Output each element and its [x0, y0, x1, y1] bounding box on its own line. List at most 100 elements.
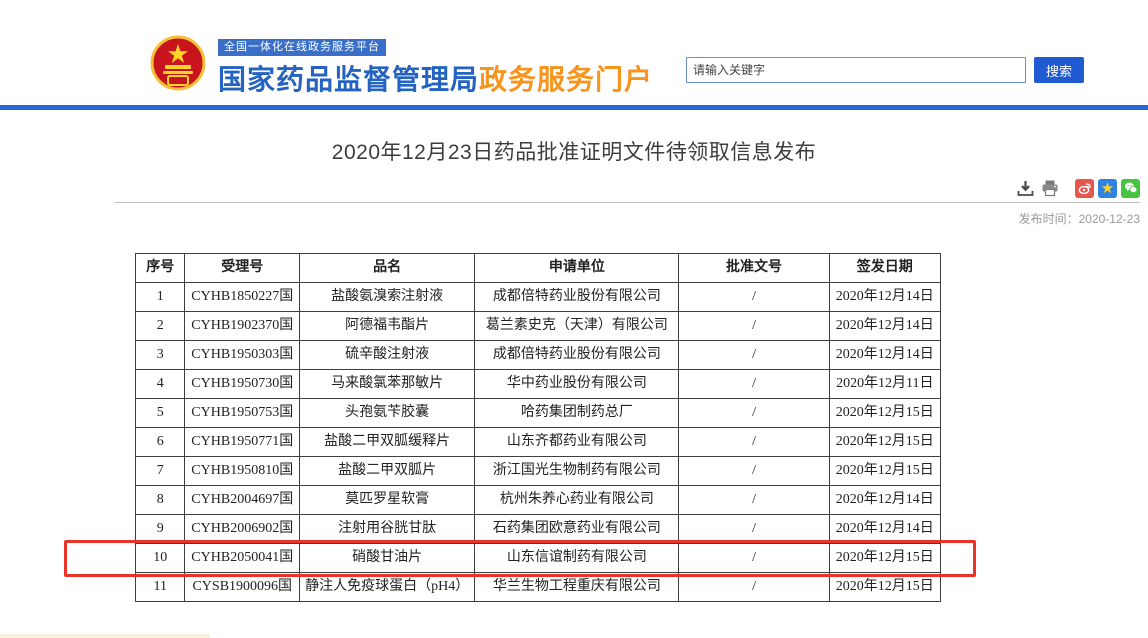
- bottom-edge-artifact: [0, 634, 210, 638]
- site-title: 国家药品监督管理局政务服务门户: [218, 58, 653, 98]
- cell-issue-date: 2020年12月15日: [829, 544, 940, 573]
- cell-acceptance-no: CYHB1950753国: [185, 399, 300, 428]
- col-header-acceptance-no: 受理号: [185, 254, 300, 283]
- cell-applicant: 浙江国光生物制药有限公司: [475, 457, 679, 486]
- table-row: 1 CYHB1850227国 盐酸氨溴索注射液 成都倍特药业股份有限公司 / 2…: [136, 283, 941, 312]
- col-header-approval-no: 批准文号: [679, 254, 829, 283]
- table-row: 8 CYHB2004697国 莫匹罗星软膏 杭州朱养心药业有限公司 / 2020…: [136, 486, 941, 515]
- cell-acceptance-no: CYHB1902370国: [185, 312, 300, 341]
- platform-badge: 全国一体化在线政务服务平台: [218, 39, 386, 56]
- cell-approval-no: /: [679, 370, 829, 399]
- cell-seq: 10: [136, 544, 185, 573]
- cell-applicant: 石药集团欧意药业有限公司: [475, 515, 679, 544]
- cell-issue-date: 2020年12月14日: [829, 341, 940, 370]
- cell-applicant: 山东齐都药业有限公司: [475, 428, 679, 457]
- national-emblem-logo[interactable]: [147, 35, 209, 93]
- share-icons: ★: [1075, 179, 1140, 198]
- site-suffix: 政务服务门户: [479, 64, 653, 95]
- table-row: 4 CYHB1950730国 马来酸氯苯那敏片 华中药业股份有限公司 / 202…: [136, 370, 941, 399]
- cell-issue-date: 2020年12月14日: [829, 283, 940, 312]
- cell-approval-no: /: [679, 457, 829, 486]
- approval-table: 序号 受理号 品名 申请单位 批准文号 签发日期 1 CYHB1850227国 …: [135, 253, 941, 602]
- cell-approval-no: /: [679, 428, 829, 457]
- header-divider-bar: [0, 105, 1148, 110]
- table-row: 2 CYHB1902370国 阿德福韦酯片 葛兰素史克（天津）有限公司 / 20…: [136, 312, 941, 341]
- cell-acceptance-no: CYHB2006902国: [185, 515, 300, 544]
- table-header: 序号 受理号 品名 申请单位 批准文号 签发日期: [136, 254, 941, 283]
- cell-applicant: 成都倍特药业股份有限公司: [475, 283, 679, 312]
- cell-seq: 5: [136, 399, 185, 428]
- national-emblem-icon: [147, 35, 209, 93]
- page-title: 2020年12月23日药品批准证明文件待领取信息发布: [0, 136, 1148, 166]
- cell-issue-date: 2020年12月14日: [829, 515, 940, 544]
- cell-product: 静注人免疫球蛋白（pH4）: [300, 573, 475, 602]
- table-row: 10 CYHB2050041国 硝酸甘油片 山东信谊制药有限公司 / 2020年…: [136, 544, 941, 573]
- col-header-product: 品名: [300, 254, 475, 283]
- weibo-share-icon[interactable]: [1075, 179, 1094, 198]
- cell-issue-date: 2020年12月15日: [829, 573, 940, 602]
- cell-approval-no: /: [679, 283, 829, 312]
- cell-approval-no: /: [679, 486, 829, 515]
- wechat-share-icon[interactable]: [1121, 179, 1140, 198]
- cell-applicant: 华兰生物工程重庆有限公司: [475, 573, 679, 602]
- cell-seq: 2: [136, 312, 185, 341]
- cell-approval-no: /: [679, 341, 829, 370]
- cell-acceptance-no: CYHB1950810国: [185, 457, 300, 486]
- cell-acceptance-no: CYHB1850227国: [185, 283, 300, 312]
- cell-approval-no: /: [679, 515, 829, 544]
- col-header-seq: 序号: [136, 254, 185, 283]
- download-icon[interactable]: [1015, 178, 1035, 198]
- print-icon[interactable]: [1040, 178, 1060, 198]
- table-header-row: 序号 受理号 品名 申请单位 批准文号 签发日期: [136, 254, 941, 283]
- cell-applicant: 成都倍特药业股份有限公司: [475, 341, 679, 370]
- cell-seq: 3: [136, 341, 185, 370]
- cell-seq: 11: [136, 573, 185, 602]
- col-header-applicant: 申请单位: [475, 254, 679, 283]
- cell-acceptance-no: CYHB1950730国: [185, 370, 300, 399]
- table-row: 7 CYHB1950810国 盐酸二甲双胍片 浙江国光生物制药有限公司 / 20…: [136, 457, 941, 486]
- cell-seq: 9: [136, 515, 185, 544]
- cell-issue-date: 2020年12月15日: [829, 399, 940, 428]
- brand-block: 全国一体化在线政务服务平台 国家药品监督管理局政务服务门户: [218, 37, 653, 98]
- cell-acceptance-no: CYHB1950303国: [185, 341, 300, 370]
- cell-product: 莫匹罗星软膏: [300, 486, 475, 515]
- cell-applicant: 华中药业股份有限公司: [475, 370, 679, 399]
- cell-issue-date: 2020年12月14日: [829, 486, 940, 515]
- cell-issue-date: 2020年12月14日: [829, 312, 940, 341]
- cell-approval-no: /: [679, 544, 829, 573]
- article-toolbar: ★: [1015, 178, 1140, 198]
- cell-acceptance-no: CYHB1950771国: [185, 428, 300, 457]
- cell-applicant: 葛兰素史克（天津）有限公司: [475, 312, 679, 341]
- cell-applicant: 山东信谊制药有限公司: [475, 544, 679, 573]
- title-divider: [115, 202, 1140, 203]
- cell-acceptance-no: CYHB2050041国: [185, 544, 300, 573]
- cell-product: 盐酸二甲双胍缓释片: [300, 428, 475, 457]
- cell-product: 头孢氨苄胶囊: [300, 399, 475, 428]
- cell-acceptance-no: CYSB1900096国: [185, 573, 300, 602]
- table-row: 3 CYHB1950303国 硫辛酸注射液 成都倍特药业股份有限公司 / 202…: [136, 341, 941, 370]
- cell-seq: 1: [136, 283, 185, 312]
- cell-issue-date: 2020年12月15日: [829, 457, 940, 486]
- cell-seq: 7: [136, 457, 185, 486]
- cell-approval-no: /: [679, 573, 829, 602]
- table-row: 11 CYSB1900096国 静注人免疫球蛋白（pH4） 华兰生物工程重庆有限…: [136, 573, 941, 602]
- cell-product: 马来酸氯苯那敏片: [300, 370, 475, 399]
- search-input[interactable]: [686, 57, 1026, 83]
- cell-issue-date: 2020年12月15日: [829, 428, 940, 457]
- cell-product: 阿德福韦酯片: [300, 312, 475, 341]
- search-bar: 搜索: [686, 57, 1084, 83]
- search-button[interactable]: 搜索: [1034, 57, 1084, 83]
- table-body: 1 CYHB1850227国 盐酸氨溴索注射液 成都倍特药业股份有限公司 / 2…: [136, 283, 941, 602]
- cell-approval-no: /: [679, 399, 829, 428]
- page: 全国一体化在线政务服务平台 国家药品监督管理局政务服务门户 搜索 2020年12…: [0, 0, 1148, 638]
- cell-seq: 6: [136, 428, 185, 457]
- publish-time: 发布时间：2020-12-23: [1019, 210, 1140, 227]
- cell-product: 盐酸二甲双胍片: [300, 457, 475, 486]
- site-name: 国家药品监督管理局: [218, 64, 479, 95]
- cell-applicant: 杭州朱养心药业有限公司: [475, 486, 679, 515]
- cell-product: 注射用谷胱甘肽: [300, 515, 475, 544]
- favorite-share-icon[interactable]: ★: [1098, 179, 1117, 198]
- cell-product: 硝酸甘油片: [300, 544, 475, 573]
- cell-seq: 8: [136, 486, 185, 515]
- cell-acceptance-no: CYHB2004697国: [185, 486, 300, 515]
